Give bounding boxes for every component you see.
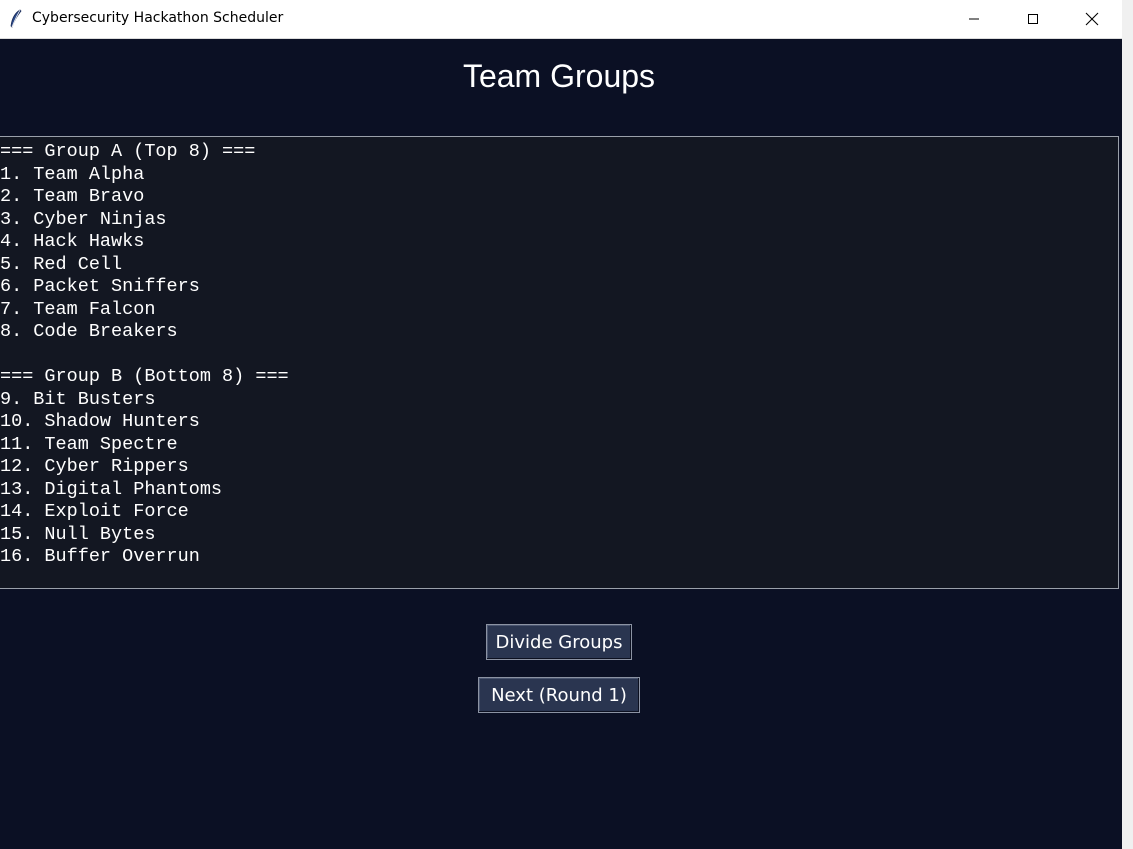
- maximize-button[interactable]: [1004, 0, 1062, 38]
- window-edge: [1122, 0, 1133, 849]
- text-line: 13. Digital Phantoms: [0, 478, 223, 500]
- groups-text-content: === Group A (Top 8) === 1. Team Alpha 2. T…: [0, 141, 289, 569]
- minimize-icon: [968, 13, 980, 25]
- text-line: [0, 344, 289, 367]
- text-line: 6. Packet Sniffers: [0, 276, 200, 297]
- text-line: === Group B (Bottom 8) ===: [0, 366, 289, 387]
- groups-text-area[interactable]: === Group A (Top 8) === 1. Team Alpha 2. T…: [0, 136, 1119, 589]
- window-title: Cybersecurity Hackathon Scheduler: [32, 10, 284, 26]
- next-round-button[interactable]: Next (Round 1): [478, 677, 640, 713]
- app-window: Cybersecurity Hackathon Scheduler Team G…: [0, 0, 1133, 849]
- text-line: 3. Cyber Ninjas: [0, 208, 167, 230]
- divide-groups-button[interactable]: Divide Groups: [486, 624, 632, 660]
- text-line: 14. Exploit Force: [0, 501, 189, 522]
- minimize-button[interactable]: [945, 0, 1003, 38]
- text-line: 9. Bit Busters: [0, 388, 156, 410]
- text-line: 16. Buffer Overrun: [0, 546, 200, 567]
- feather-icon: [9, 9, 23, 29]
- text-line: 12. Cyber Rippers: [0, 456, 189, 477]
- text-line: 4. Hack Hawks: [0, 231, 145, 252]
- text-line: 8. Code Breakers: [0, 321, 178, 342]
- close-button[interactable]: [1063, 0, 1121, 38]
- text-line: 2. Team Bravo: [0, 186, 145, 207]
- page-title: Team Groups: [462, 58, 656, 94]
- close-icon: [1085, 12, 1099, 26]
- title-bar[interactable]: Cybersecurity Hackathon Scheduler: [0, 0, 1122, 39]
- text-line: 1. Team Alpha: [0, 163, 145, 185]
- text-line: 15. Null Bytes: [0, 523, 156, 545]
- text-line: 11. Team Spectre: [0, 433, 178, 455]
- text-line: 5. Red Cell: [0, 253, 123, 275]
- text-line: 10. Shadow Hunters: [0, 411, 200, 432]
- text-line: === Group A (Top 8) ===: [0, 141, 256, 162]
- maximize-icon: [1027, 13, 1039, 25]
- text-line: 7. Team Falcon: [0, 298, 156, 320]
